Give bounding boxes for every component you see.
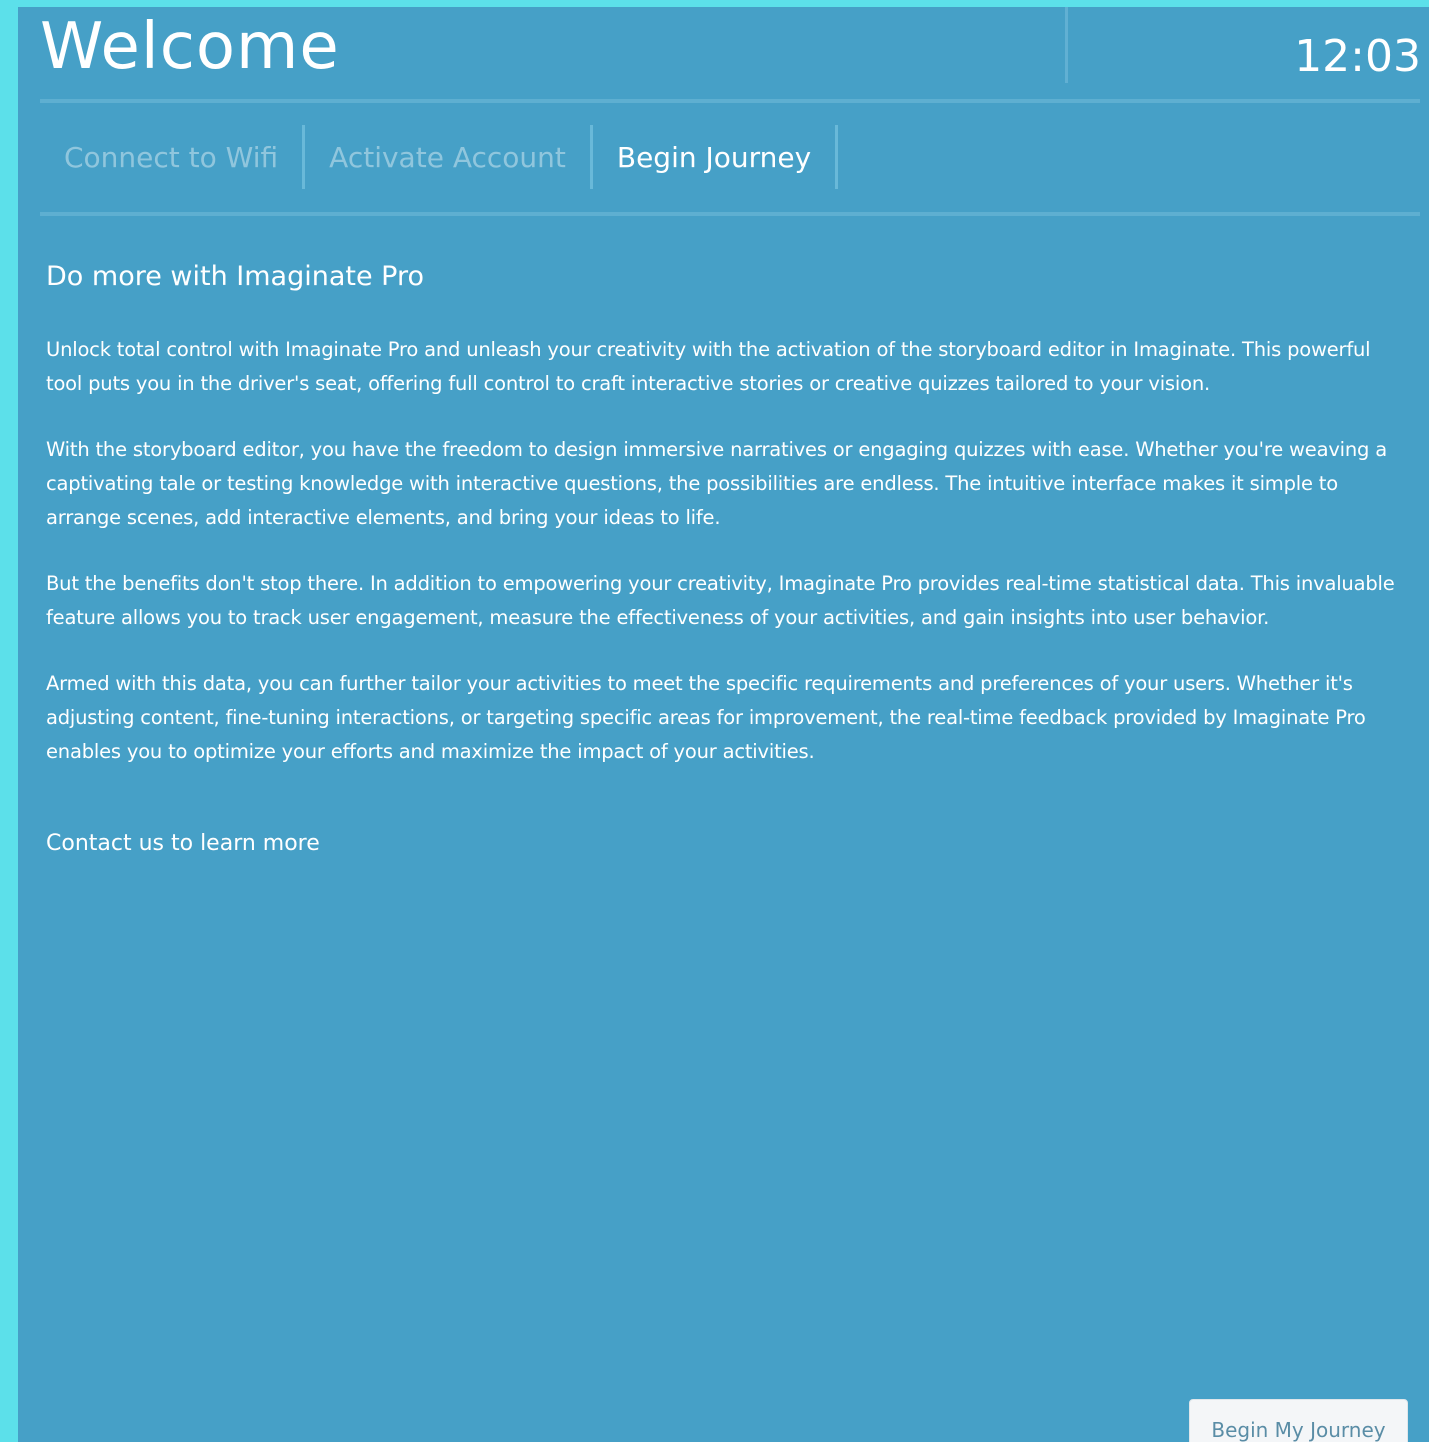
contact-us-link[interactable]: Contact us to learn more — [46, 827, 320, 861]
paragraph-editor: With the storyboard editor, you have the… — [46, 438, 1387, 529]
paragraph-intro: Unlock total control with Imaginate Pro … — [46, 338, 1371, 395]
clock: 12:03 — [1294, 31, 1421, 82]
header: Welcome 12:03 — [18, 7, 1429, 103]
tab-connect-to-wifi[interactable]: Connect to Wifi — [40, 125, 306, 189]
header-rule — [40, 99, 1420, 103]
paragraph-benefits: But the benefits don't stop there. In ad… — [46, 572, 1395, 629]
header-divider — [1065, 7, 1068, 83]
tab-begin-journey[interactable]: Begin Journey — [593, 125, 839, 189]
setup-steps-tabs: Connect to Wifi Activate Account Begin J… — [40, 125, 839, 189]
begin-my-journey-button[interactable]: Begin My Journey — [1189, 1399, 1408, 1442]
tabs-rule — [40, 212, 1420, 216]
page-title: Welcome — [40, 10, 340, 84]
welcome-screen: Welcome 12:03 Connect to Wifi Activate A… — [18, 7, 1429, 1442]
main-content: Do more with Imaginate Pro Unlock total … — [46, 257, 1406, 861]
tab-activate-account[interactable]: Activate Account — [305, 125, 593, 189]
content-heading: Do more with Imaginate Pro — [46, 261, 424, 292]
paragraph-data: Armed with this data, you can further ta… — [46, 672, 1366, 763]
